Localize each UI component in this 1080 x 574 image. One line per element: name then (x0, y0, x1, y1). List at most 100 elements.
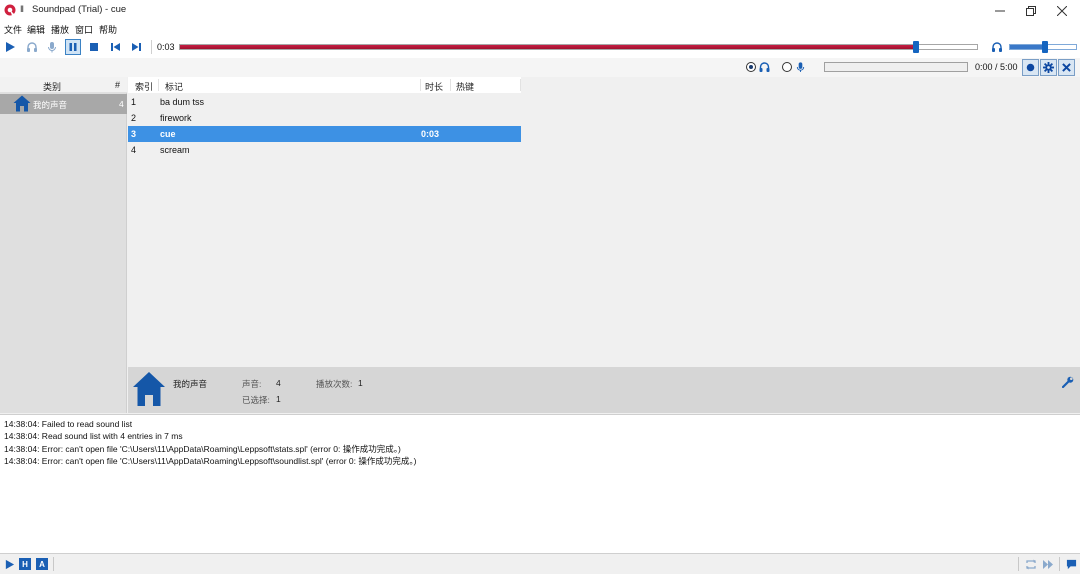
column-divider[interactable] (520, 79, 521, 91)
play-button[interactable] (2, 39, 18, 55)
repeat-button[interactable] (1025, 558, 1037, 570)
current-time: 0:03 (157, 42, 175, 52)
sound-row-selected[interactable]: 3 cue 0:03 (128, 126, 521, 142)
feedback-button[interactable] (1065, 558, 1077, 570)
seek-thumb[interactable] (913, 41, 920, 53)
column-header-tag[interactable]: 标记 (165, 80, 183, 93)
category-panel (0, 77, 127, 413)
menu-bar (0, 21, 1080, 36)
category-count: 4 (119, 99, 124, 109)
info-plays-label: 播放次数: (316, 379, 353, 389)
info-sounds-value: 4 (276, 378, 281, 388)
wrench-icon[interactable] (1062, 376, 1074, 388)
menu-help[interactable]: 帮助 (99, 23, 117, 36)
sound-name: cue (160, 129, 176, 139)
seek-progress (180, 45, 918, 49)
volume-level (1010, 45, 1047, 49)
previous-button[interactable] (107, 39, 123, 55)
category-count-header[interactable]: # (115, 80, 120, 90)
sound-duration: 0:03 (421, 129, 440, 139)
soundpad-logo-icon (4, 4, 16, 16)
seek-bar[interactable] (179, 44, 978, 50)
log-line: 14:38:04: Error: can't open file 'C:\Use… (4, 444, 401, 454)
category-info-panel (128, 367, 1080, 413)
play-to-speakers-button[interactable] (24, 39, 40, 55)
log-line: 14:38:04: Failed to read sound list (4, 419, 133, 429)
next-button[interactable] (128, 39, 144, 55)
sound-row[interactable]: 2 firework (128, 110, 521, 126)
toolbar-separator (151, 40, 152, 54)
restore-icon (1026, 5, 1036, 16)
sound-name: ba dum tss (160, 97, 205, 107)
sound-name: scream (160, 145, 190, 155)
close-recording-button[interactable] (1058, 59, 1075, 76)
pause-button[interactable] (65, 39, 81, 55)
category-label: 我的声音 (33, 100, 68, 110)
log-line: 14:38:04: Error: can't open file 'C:\Use… (4, 456, 417, 466)
home-icon (13, 95, 31, 112)
play-to-microphone-button[interactable] (44, 39, 60, 55)
status-separator (1059, 557, 1060, 571)
sound-index: 1 (131, 97, 137, 107)
column-divider[interactable] (420, 79, 421, 91)
column-header-duration[interactable]: 时长 (425, 80, 443, 93)
stop-button[interactable] (86, 39, 102, 55)
volume-thumb[interactable] (1042, 41, 1049, 53)
title-bar (0, 0, 1080, 21)
menu-file[interactable]: 文件 (4, 23, 22, 36)
next-icon (131, 43, 141, 51)
record-microphone-radio[interactable] (782, 62, 792, 72)
record-speakers-radio[interactable] (746, 62, 756, 72)
status-separator (53, 557, 54, 571)
repeat-icon (1026, 559, 1036, 569)
hotkeys-toggle-button[interactable]: H (19, 558, 31, 570)
sound-index: 3 (131, 129, 137, 139)
recording-progress (824, 62, 968, 72)
info-plays-value: 1 (358, 378, 363, 388)
info-selected-value: 1 (276, 394, 281, 404)
recording-time: 0:00 / 5:00 (975, 62, 1018, 72)
sound-row[interactable]: 1 ba dum tss (128, 94, 521, 110)
menu-edit[interactable]: 编辑 (27, 23, 45, 36)
column-header-index[interactable]: 索引 (135, 80, 153, 93)
play-next-button[interactable] (1042, 558, 1054, 570)
column-divider[interactable] (450, 79, 451, 91)
info-sounds-label: 声音: (242, 379, 262, 389)
headphones-icon (759, 62, 770, 72)
close-icon (1062, 63, 1071, 72)
menu-window[interactable]: 窗口 (75, 23, 93, 36)
microphone-icon (48, 42, 56, 53)
minimize-icon (995, 10, 1005, 11)
status-bar (0, 555, 1080, 574)
log-line: 14:38:04: Read sound list with 4 entries… (4, 431, 183, 441)
column-divider[interactable] (158, 79, 159, 91)
recording-settings-button[interactable] (1040, 59, 1057, 76)
window-title: Soundpad (Trial) - cue (32, 4, 127, 15)
play-icon (6, 42, 15, 52)
sound-name: firework (160, 113, 192, 123)
category-column-header[interactable]: 类别 (43, 80, 61, 93)
home-icon (133, 372, 165, 406)
close-icon (1057, 5, 1067, 16)
title-playback-state: II (20, 4, 24, 14)
info-selected-label: 已选择: (242, 395, 270, 405)
category-header (0, 77, 127, 93)
output-volume-button[interactable] (989, 39, 1005, 55)
auto-toggle-button[interactable]: A (36, 558, 48, 570)
stop-icon (90, 43, 98, 51)
microphone-icon (796, 62, 805, 73)
column-header-hotkey[interactable]: 热键 (456, 80, 474, 93)
menu-play[interactable]: 播放 (51, 23, 69, 36)
pause-icon (69, 43, 77, 51)
headphones-icon (27, 42, 37, 52)
sound-index: 2 (131, 113, 137, 123)
status-play-button[interactable] (3, 558, 15, 570)
skip-forward-icon (1043, 559, 1053, 569)
close-button[interactable] (1044, 0, 1080, 21)
chat-icon (1066, 559, 1076, 569)
status-separator (1018, 557, 1019, 571)
record-button[interactable] (1022, 59, 1039, 76)
play-icon (5, 559, 14, 569)
sound-row[interactable]: 4 scream (128, 142, 521, 158)
sound-index: 4 (131, 145, 137, 155)
